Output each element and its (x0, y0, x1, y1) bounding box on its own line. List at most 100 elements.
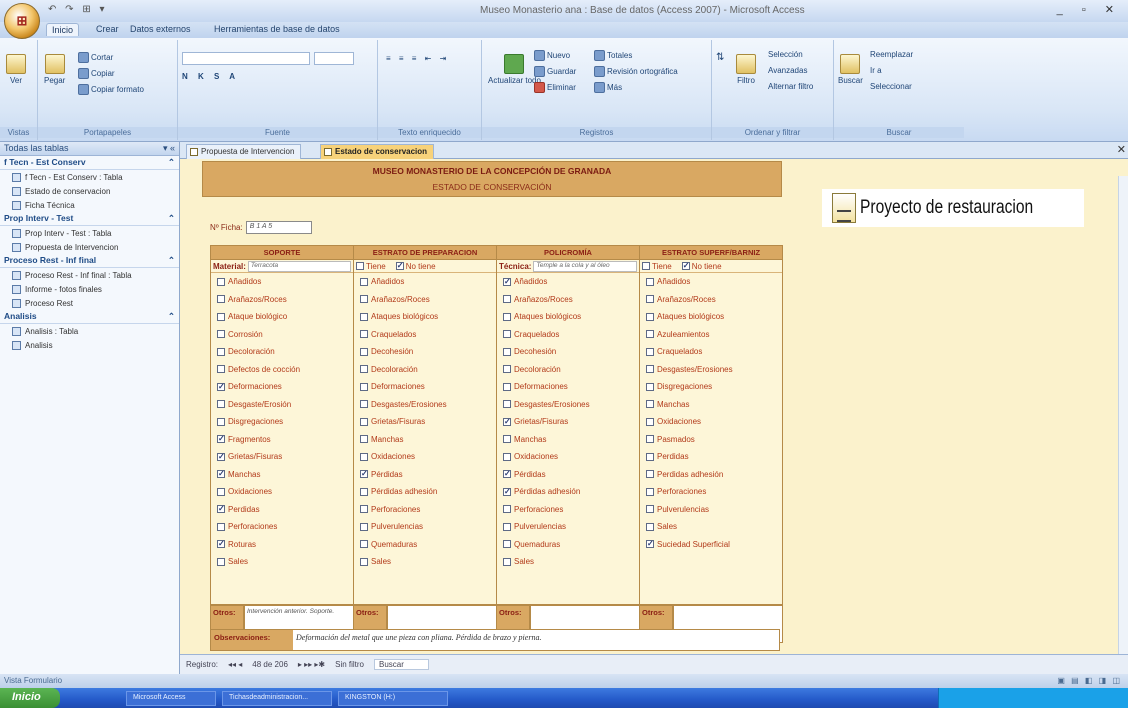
checkbox-item[interactable]: Perdidas (640, 448, 782, 466)
ortografia-button[interactable]: Revisión ortográfica (594, 66, 678, 77)
checkbox[interactable] (503, 435, 511, 444)
checkbox[interactable] (503, 382, 511, 391)
checkbox-item[interactable]: Ataques biológicos (354, 308, 496, 326)
field-input[interactable]: Temple a la cola y al óleo (533, 260, 637, 272)
checkbox-item[interactable]: ✓ Grietas/Fisuras (497, 413, 639, 431)
checkbox-item[interactable]: Oxidaciones (640, 413, 782, 431)
checkbox[interactable] (360, 400, 368, 409)
checkbox-item[interactable]: Corrosión (211, 326, 353, 344)
checkbox-item[interactable]: Arañazos/Roces (354, 291, 496, 309)
checkbox-item[interactable]: Decohesión (497, 343, 639, 361)
checkbox-item[interactable]: Decohesión (354, 343, 496, 361)
checkbox-item[interactable]: ✓ Añadidos (497, 273, 639, 291)
checkbox-item[interactable]: Sales (497, 553, 639, 571)
nav-group-header[interactable]: Analisis ⌃ (0, 310, 179, 324)
checkbox[interactable] (360, 277, 368, 286)
checkbox[interactable] (360, 435, 368, 444)
checkbox-item[interactable]: Deformaciones (497, 378, 639, 396)
record-position[interactable]: 48 de 206 (252, 660, 288, 669)
checkbox-item[interactable]: Azuleamientos (640, 326, 782, 344)
checkbox-item[interactable]: Sales (354, 553, 496, 571)
checkbox-item[interactable]: ✓ Grietas/Fisuras (211, 448, 353, 466)
checkbox[interactable] (646, 505, 654, 514)
tab-herramientas-bd[interactable]: Herramientas de base de datos (214, 24, 340, 34)
checkbox[interactable] (646, 452, 654, 461)
totales-button[interactable]: Totales (594, 50, 632, 61)
checkbox[interactable] (503, 557, 511, 566)
checkbox-item[interactable]: ✓ Fragmentos (211, 431, 353, 449)
checkbox-item[interactable]: Defectos de cocción (211, 361, 353, 379)
sort-buttons[interactable]: ⇅ (716, 52, 724, 63)
ficha-field[interactable]: B 1 A 5 (245, 221, 312, 234)
checkbox[interactable] (646, 400, 654, 409)
checkbox-item[interactable]: Decoloración (354, 361, 496, 379)
alternar-filtro-button[interactable]: Alternar filtro (768, 82, 813, 91)
collapse-icon[interactable]: ⌃ (168, 213, 175, 224)
checkbox[interactable] (646, 365, 654, 374)
checkbox[interactable] (646, 435, 654, 444)
filtro-button[interactable]: Filtro (736, 54, 756, 85)
eliminar-button[interactable]: Eliminar (534, 82, 576, 93)
nav-item[interactable]: Proceso Rest - Inf final : Tabla (0, 268, 179, 282)
nav-group-header[interactable]: Proceso Rest - Inf final ⌃ (0, 254, 179, 268)
checkbox-item[interactable]: Pulverulencias (640, 501, 782, 519)
checkbox-item[interactable]: Grietas/Fisuras (354, 413, 496, 431)
checkbox-item[interactable]: Perforaciones (640, 483, 782, 501)
nuevo-button[interactable]: Nuevo (534, 50, 570, 61)
checkbox[interactable]: ✓ (217, 452, 225, 461)
checkbox[interactable] (503, 295, 511, 304)
checkbox[interactable]: ✓ (646, 540, 654, 549)
checkbox[interactable] (217, 295, 225, 304)
checkbox[interactable]: ✓ (217, 435, 225, 444)
checkbox[interactable] (360, 487, 368, 496)
checkbox[interactable] (503, 540, 511, 549)
actualizar-button[interactable]: Actualizar todo (488, 54, 541, 85)
checkbox-item[interactable]: Desgastes/Erosiones (640, 361, 782, 379)
checkbox[interactable]: ✓ (503, 487, 511, 496)
checkbox[interactable] (360, 347, 368, 356)
checkbox-item[interactable]: Manchas (354, 431, 496, 449)
checkbox-item[interactable]: Perforaciones (497, 501, 639, 519)
checkbox[interactable] (503, 365, 511, 374)
checkbox[interactable] (646, 522, 654, 531)
nav-item[interactable]: Proceso Rest (0, 296, 179, 310)
view-buttons[interactable]: ▣ ▤ ◧ ◨ ◫ (1057, 676, 1122, 685)
checkbox[interactable] (646, 487, 654, 496)
checkbox-item[interactable]: Oxidaciones (211, 483, 353, 501)
checkbox[interactable] (217, 330, 225, 339)
nav-header[interactable]: Todas las tablas ▾ « (0, 142, 179, 156)
checkbox-item[interactable]: ✓ Pérdidas (497, 466, 639, 484)
checkbox[interactable] (503, 312, 511, 321)
checkbox-item[interactable]: Oxidaciones (497, 448, 639, 466)
checkbox-item[interactable]: Sales (640, 518, 782, 536)
checkbox-item[interactable]: Disgregaciones (211, 413, 353, 431)
collapse-icon[interactable]: ⌃ (168, 255, 175, 266)
checkbox[interactable] (646, 312, 654, 321)
cortar-button[interactable]: Cortar (78, 52, 113, 63)
guardar-button[interactable]: Guardar (534, 66, 576, 77)
checkbox[interactable] (360, 382, 368, 391)
checkbox-item[interactable]: Craquelados (354, 326, 496, 344)
checkbox[interactable] (646, 347, 654, 356)
task-fichas[interactable]: Tichasdeadministracion... (222, 690, 332, 706)
checkbox[interactable]: ✓ (681, 262, 690, 270)
nav-item[interactable]: Estado de conservacion (0, 184, 179, 198)
tab-inicio[interactable]: Inicio (46, 23, 80, 36)
record-first-prev[interactable]: ◂◂ ◂ (228, 660, 242, 669)
checkbox[interactable] (356, 262, 364, 270)
checkbox-item[interactable]: Ataques biológicos (640, 308, 782, 326)
task-kingston[interactable]: KINGSTON (H:) (338, 690, 448, 706)
checkbox[interactable]: ✓ (503, 417, 511, 426)
checkbox-item[interactable]: ✓ Pérdidas (354, 466, 496, 484)
copiar-formato-button[interactable]: Copiar formato (78, 84, 144, 95)
checkbox-item[interactable]: Perforaciones (211, 518, 353, 536)
checkbox-item[interactable]: Arañazos/Roces (497, 291, 639, 309)
checkbox[interactable]: ✓ (503, 277, 511, 286)
nav-item[interactable]: Propuesta de Intervencion (0, 240, 179, 254)
task-access[interactable]: Microsoft Access (126, 690, 216, 706)
checkbox[interactable] (360, 365, 368, 374)
pegar-button[interactable]: Pegar (44, 54, 65, 85)
checkbox[interactable] (646, 295, 654, 304)
checkbox-item[interactable]: Añadidos (640, 273, 782, 291)
ir-a-button[interactable]: Ir a (870, 66, 882, 75)
